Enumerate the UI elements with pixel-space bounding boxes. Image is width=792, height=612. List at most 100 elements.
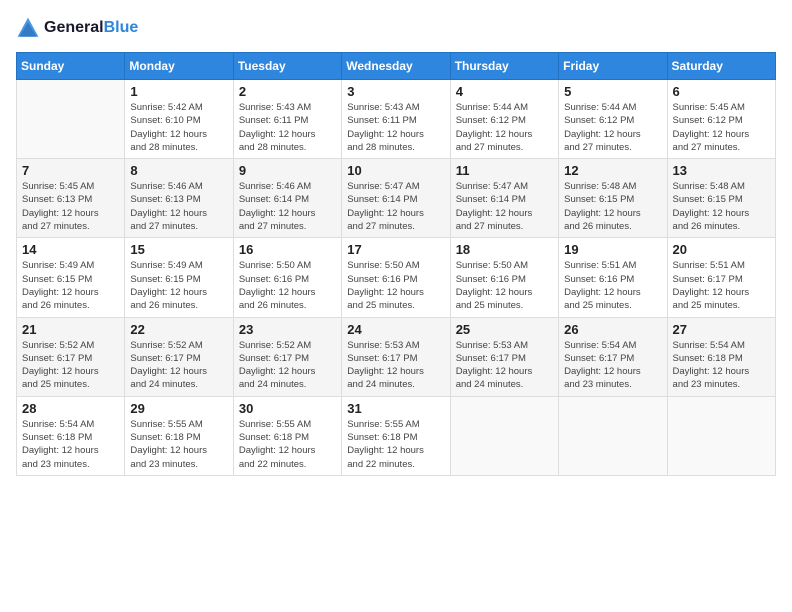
calendar-cell: 23Sunrise: 5:52 AM Sunset: 6:17 PM Dayli… (233, 317, 341, 396)
day-info: Sunrise: 5:55 AM Sunset: 6:18 PM Dayligh… (347, 418, 444, 471)
calendar-cell (450, 396, 558, 475)
calendar-cell: 13 Sunrise: 5:48 AM Sunset: 6:15 PM Dayli… (667, 159, 775, 238)
day-number: 4 (456, 84, 553, 99)
calendar-cell: 19 Sunrise: 5:51 AM Sunset: 6:16 PM Dayli… (559, 238, 667, 317)
day-info: Sunrise: 5:47 AM Sunset: 6:14 PM Dayligh… (347, 180, 444, 233)
day-number: 26 (564, 322, 661, 337)
day-number: 5 (564, 84, 661, 99)
calendar-cell: 21Sunrise: 5:52 AM Sunset: 6:17 PM Dayli… (17, 317, 125, 396)
calendar-cell: 7 Sunrise: 5:45 AM Sunset: 6:13 PM Daylig… (17, 159, 125, 238)
calendar-cell: 1Sunrise: 5:42 AM Sunset: 6:10 PM Daylig… (125, 80, 233, 159)
day-number: 8 (130, 163, 227, 178)
day-number: 28 (22, 401, 119, 416)
calendar-cell: 14 Sunrise: 5:49 AM Sunset: 6:15 PM Dayli… (17, 238, 125, 317)
day-number: 6 (673, 84, 770, 99)
day-number: 20 (673, 242, 770, 257)
day-number: 9 (239, 163, 336, 178)
logo-text: GeneralBlue (44, 19, 138, 37)
day-number: 25 (456, 322, 553, 337)
day-header-saturday: Saturday (667, 53, 775, 80)
day-info: Sunrise: 5:44 AM Sunset: 6:12 PM Dayligh… (456, 101, 553, 154)
logo-icon (16, 16, 40, 40)
calendar-cell (17, 80, 125, 159)
day-number: 29 (130, 401, 227, 416)
calendar-cell: 2 Sunrise: 5:43 AM Sunset: 6:11 PM Daylig… (233, 80, 341, 159)
calendar-cell: 4 Sunrise: 5:44 AM Sunset: 6:12 PM Daylig… (450, 80, 558, 159)
day-number: 27 (673, 322, 770, 337)
calendar-cell: 15 Sunrise: 5:49 AM Sunset: 6:15 PM Dayli… (125, 238, 233, 317)
day-info: Sunrise: 5:50 AM Sunset: 6:16 PM Dayligh… (347, 259, 444, 312)
calendar-cell: 22 Sunrise: 5:52 AM Sunset: 6:17 PM Dayli… (125, 317, 233, 396)
calendar-cell: 20 Sunrise: 5:51 AM Sunset: 6:17 PM Dayli… (667, 238, 775, 317)
day-number: 13 (673, 163, 770, 178)
day-info: Sunrise: 5:43 AM Sunset: 6:11 PM Dayligh… (239, 101, 336, 154)
calendar-cell: 29Sunrise: 5:55 AM Sunset: 6:18 PM Dayli… (125, 396, 233, 475)
day-number: 24 (347, 322, 444, 337)
day-header-friday: Friday (559, 53, 667, 80)
calendar-cell: 10 Sunrise: 5:47 AM Sunset: 6:14 PM Dayli… (342, 159, 450, 238)
day-info: Sunrise: 5:52 AM Sunset: 6:17 PM Dayligh… (130, 339, 227, 392)
calendar-cell (667, 396, 775, 475)
day-info: Sunrise: 5:46 AM Sunset: 6:14 PM Dayligh… (239, 180, 336, 233)
calendar-cell: 31 Sunrise: 5:55 AM Sunset: 6:18 PM Dayli… (342, 396, 450, 475)
day-info: Sunrise: 5:48 AM Sunset: 6:15 PM Dayligh… (673, 180, 770, 233)
day-info: Sunrise: 5:50 AM Sunset: 6:16 PM Dayligh… (456, 259, 553, 312)
day-number: 19 (564, 242, 661, 257)
calendar-week-5: 28 Sunrise: 5:54 AM Sunset: 6:18 PM Dayli… (17, 396, 776, 475)
day-info: Sunrise: 5:45 AM Sunset: 6:12 PM Dayligh… (673, 101, 770, 154)
calendar-header-row: SundayMondayTuesdayWednesdayThursdayFrid… (17, 53, 776, 80)
calendar-week-2: 7 Sunrise: 5:45 AM Sunset: 6:13 PM Daylig… (17, 159, 776, 238)
day-info: Sunrise: 5:51 AM Sunset: 6:17 PM Dayligh… (673, 259, 770, 312)
day-header-wednesday: Wednesday (342, 53, 450, 80)
page-header: GeneralBlue (16, 16, 776, 40)
calendar: SundayMondayTuesdayWednesdayThursdayFrid… (16, 52, 776, 476)
calendar-week-3: 14 Sunrise: 5:49 AM Sunset: 6:15 PM Dayli… (17, 238, 776, 317)
day-info: Sunrise: 5:50 AM Sunset: 6:16 PM Dayligh… (239, 259, 336, 312)
day-info: Sunrise: 5:55 AM Sunset: 6:18 PM Dayligh… (239, 418, 336, 471)
day-number: 21 (22, 322, 119, 337)
day-header-thursday: Thursday (450, 53, 558, 80)
day-number: 2 (239, 84, 336, 99)
calendar-cell: 18 Sunrise: 5:50 AM Sunset: 6:16 PM Dayli… (450, 238, 558, 317)
calendar-week-4: 21 Sunrise: 5:52 AM Sunset: 6:17 PM Dayli… (17, 317, 776, 396)
day-header-monday: Monday (125, 53, 233, 80)
calendar-cell: 3Sunrise: 5:43 AM Sunset: 6:11 PM Daylig… (342, 80, 450, 159)
day-info: Sunrise: 5:42 AM Sunset: 6:10 PM Dayligh… (130, 101, 227, 154)
day-number: 15 (130, 242, 227, 257)
calendar-cell: 25 Sunrise: 5:53 AM Sunset: 6:17 PM Dayli… (450, 317, 558, 396)
day-info: Sunrise: 5:52 AM Sunset: 6:17 PM Dayligh… (239, 339, 336, 392)
calendar-cell: 26Sunrise: 5:54 AM Sunset: 6:17 PM Dayli… (559, 317, 667, 396)
calendar-cell: 8 Sunrise: 5:46 AM Sunset: 6:13 PM Daylig… (125, 159, 233, 238)
day-info: Sunrise: 5:51 AM Sunset: 6:16 PM Dayligh… (564, 259, 661, 312)
day-info: Sunrise: 5:49 AM Sunset: 6:15 PM Dayligh… (130, 259, 227, 312)
day-number: 10 (347, 163, 444, 178)
day-number: 12 (564, 163, 661, 178)
day-info: Sunrise: 5:53 AM Sunset: 6:17 PM Dayligh… (347, 339, 444, 392)
calendar-cell: 5Sunrise: 5:44 AM Sunset: 6:12 PM Daylig… (559, 80, 667, 159)
calendar-cell: 28 Sunrise: 5:54 AM Sunset: 6:18 PM Dayli… (17, 396, 125, 475)
day-info: Sunrise: 5:53 AM Sunset: 6:17 PM Dayligh… (456, 339, 553, 392)
day-info: Sunrise: 5:54 AM Sunset: 6:18 PM Dayligh… (673, 339, 770, 392)
day-number: 17 (347, 242, 444, 257)
day-number: 22 (130, 322, 227, 337)
day-number: 14 (22, 242, 119, 257)
day-number: 31 (347, 401, 444, 416)
day-info: Sunrise: 5:46 AM Sunset: 6:13 PM Dayligh… (130, 180, 227, 233)
day-number: 7 (22, 163, 119, 178)
calendar-cell: 27 Sunrise: 5:54 AM Sunset: 6:18 PM Dayli… (667, 317, 775, 396)
day-number: 11 (456, 163, 553, 178)
day-header-tuesday: Tuesday (233, 53, 341, 80)
calendar-week-1: 1Sunrise: 5:42 AM Sunset: 6:10 PM Daylig… (17, 80, 776, 159)
day-info: Sunrise: 5:45 AM Sunset: 6:13 PM Dayligh… (22, 180, 119, 233)
calendar-cell: 30 Sunrise: 5:55 AM Sunset: 6:18 PM Dayli… (233, 396, 341, 475)
day-header-sunday: Sunday (17, 53, 125, 80)
calendar-cell: 17 Sunrise: 5:50 AM Sunset: 6:16 PM Dayli… (342, 238, 450, 317)
day-info: Sunrise: 5:54 AM Sunset: 6:18 PM Dayligh… (22, 418, 119, 471)
day-info: Sunrise: 5:43 AM Sunset: 6:11 PM Dayligh… (347, 101, 444, 154)
calendar-cell: 12 Sunrise: 5:48 AM Sunset: 6:15 PM Dayli… (559, 159, 667, 238)
day-number: 16 (239, 242, 336, 257)
day-number: 30 (239, 401, 336, 416)
day-info: Sunrise: 5:48 AM Sunset: 6:15 PM Dayligh… (564, 180, 661, 233)
day-number: 18 (456, 242, 553, 257)
day-info: Sunrise: 5:49 AM Sunset: 6:15 PM Dayligh… (22, 259, 119, 312)
